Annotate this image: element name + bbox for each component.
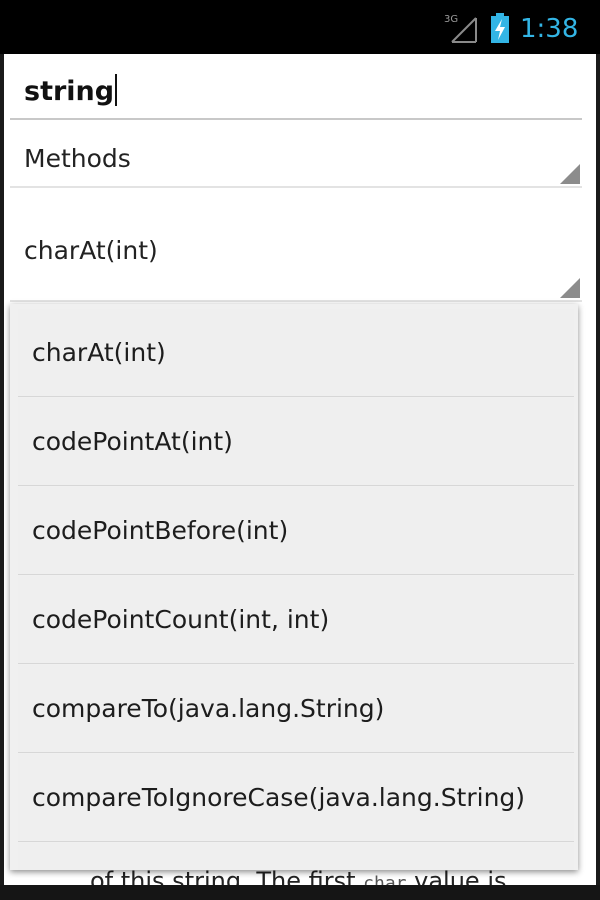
spinner-arrow-icon — [560, 278, 580, 298]
spinner-arrow-icon — [560, 164, 580, 184]
dropdown-item[interactable]: charAt(int) — [18, 309, 574, 397]
battery-charging-icon — [488, 12, 512, 44]
method-spinner-value: charAt(int) — [24, 236, 158, 265]
dropdown-item[interactable]: codePointCount(int, int) — [18, 576, 574, 664]
dropdown-item-label: compareToIgnoreCase(java.lang.String) — [32, 783, 526, 812]
signal-icon: 3G — [444, 14, 478, 44]
dropdown-item-label: codePointCount(int, int) — [32, 605, 330, 634]
search-query-text: string — [24, 76, 115, 107]
phone-device: 3G 1:38 string Methods charAt(int) of th… — [0, 0, 600, 900]
method-dropdown-list[interactable]: charAt(int) codePointAt(int) codePointBe… — [10, 304, 578, 870]
dropdown-item-label: compareTo(java.lang.String) — [32, 694, 385, 723]
method-spinner[interactable]: charAt(int) — [10, 194, 582, 302]
status-bar: 3G 1:38 — [0, 0, 600, 54]
app-screen: string Methods charAt(int) of this strin… — [4, 54, 596, 885]
category-spinner-value: Methods — [24, 144, 131, 173]
dropdown-item-label: codePointBefore(int) — [32, 516, 289, 545]
dropdown-item[interactable]: compareTo(java.lang.String) — [18, 665, 574, 753]
search-input-value: string — [24, 74, 118, 109]
status-time: 1:38 — [520, 14, 579, 44]
search-input[interactable]: string — [10, 60, 582, 120]
dropdown-item-label: codePointAt(int) — [32, 427, 233, 456]
text-cursor — [115, 74, 118, 106]
dropdown-item-label: charAt(int) — [32, 338, 166, 367]
dropdown-item[interactable]: codePointAt(int) — [18, 398, 574, 486]
dropdown-item[interactable]: codePointBefore(int) — [18, 487, 574, 575]
dropdown-item[interactable] — [18, 843, 574, 870]
device-bottom-frame — [0, 885, 600, 900]
category-spinner[interactable]: Methods — [10, 130, 582, 188]
description-code: char — [363, 873, 407, 885]
dropdown-item[interactable]: compareToIgnoreCase(java.lang.String) — [18, 754, 574, 842]
